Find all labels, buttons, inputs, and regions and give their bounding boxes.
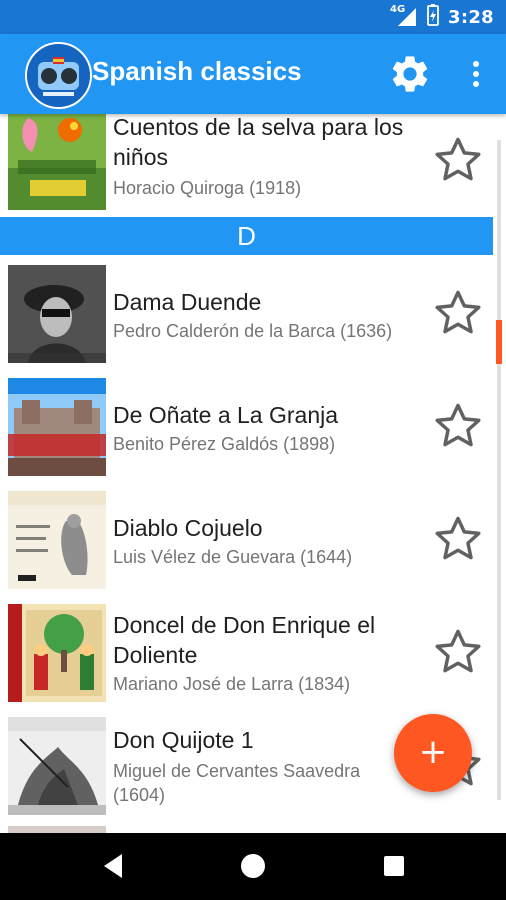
navigation-bar <box>0 833 506 900</box>
app-logo-icon[interactable] <box>25 42 92 109</box>
list-item[interactable]: Diablo Cojuelo Luis Vélez de Guevara (16… <box>0 487 496 599</box>
book-cover-image <box>8 604 106 702</box>
status-time: 3:28 <box>448 6 494 28</box>
section-header: D <box>0 217 493 255</box>
list-item[interactable]: Doncel de Don Enrique el Doliente Marian… <box>0 600 496 712</box>
book-title: Don Quijote 1 <box>113 727 254 753</box>
favorite-star-icon[interactable] <box>432 287 484 339</box>
book-cover-image <box>8 378 106 476</box>
book-title: Doncel de Don Enrique el Doliente <box>113 612 376 668</box>
signal-icon: 4G <box>390 4 418 28</box>
book-author: Benito Pérez Galdós (1898) <box>113 434 336 454</box>
book-title: Dama Duende <box>113 289 262 315</box>
book-cover-image <box>8 717 106 815</box>
favorite-star-icon[interactable] <box>432 626 484 678</box>
network-type-label: 4G <box>390 4 406 15</box>
app-title: Spanish classics <box>92 56 302 86</box>
book-author: Pedro Calderón de la Barca (1636) <box>113 321 393 341</box>
book-cover-image <box>8 265 106 363</box>
book-title: Diablo Cojuelo <box>113 515 263 541</box>
book-cover-image <box>8 114 106 210</box>
home-icon[interactable] <box>235 848 271 884</box>
book-author: Luis Vélez de Guevara (1644) <box>113 547 353 567</box>
list-item[interactable]: De Oñate a La Granja Benito Pérez Galdós… <box>0 374 496 486</box>
recents-icon[interactable] <box>376 848 412 884</box>
book-author: Miguel de Cervantes Saavedra (1604) <box>113 761 361 805</box>
scroll-thumb[interactable] <box>496 320 502 364</box>
back-icon[interactable] <box>96 848 132 884</box>
list-item[interactable]: Cuentos de la selva para los niños Horac… <box>0 114 496 220</box>
scroll-track[interactable] <box>497 140 501 800</box>
battery-icon <box>426 4 440 30</box>
favorite-star-icon[interactable] <box>432 513 484 565</box>
next-cover-peek <box>8 826 106 833</box>
book-author: Horacio Quiroga (1918) <box>113 178 302 198</box>
app-bar: Spanish classics <box>0 34 506 114</box>
book-title: Cuentos de la selva para los niños <box>113 114 404 170</box>
list-item[interactable]: Dama Duende Pedro Calderón de la Barca (… <box>0 261 496 373</box>
add-fab-button[interactable]: + <box>394 714 472 792</box>
book-author: Mariano José de Larra (1834) <box>113 674 351 694</box>
settings-gear-icon[interactable] <box>388 52 432 96</box>
book-title: De Oñate a La Granja <box>113 402 339 428</box>
book-cover-image <box>8 491 106 589</box>
favorite-star-icon[interactable] <box>432 400 484 452</box>
status-icons: 4G 3:28 <box>390 4 494 30</box>
status-bar: 4G 3:28 <box>0 0 506 34</box>
favorite-star-icon[interactable] <box>432 134 484 186</box>
more-vert-icon[interactable] <box>462 56 490 92</box>
